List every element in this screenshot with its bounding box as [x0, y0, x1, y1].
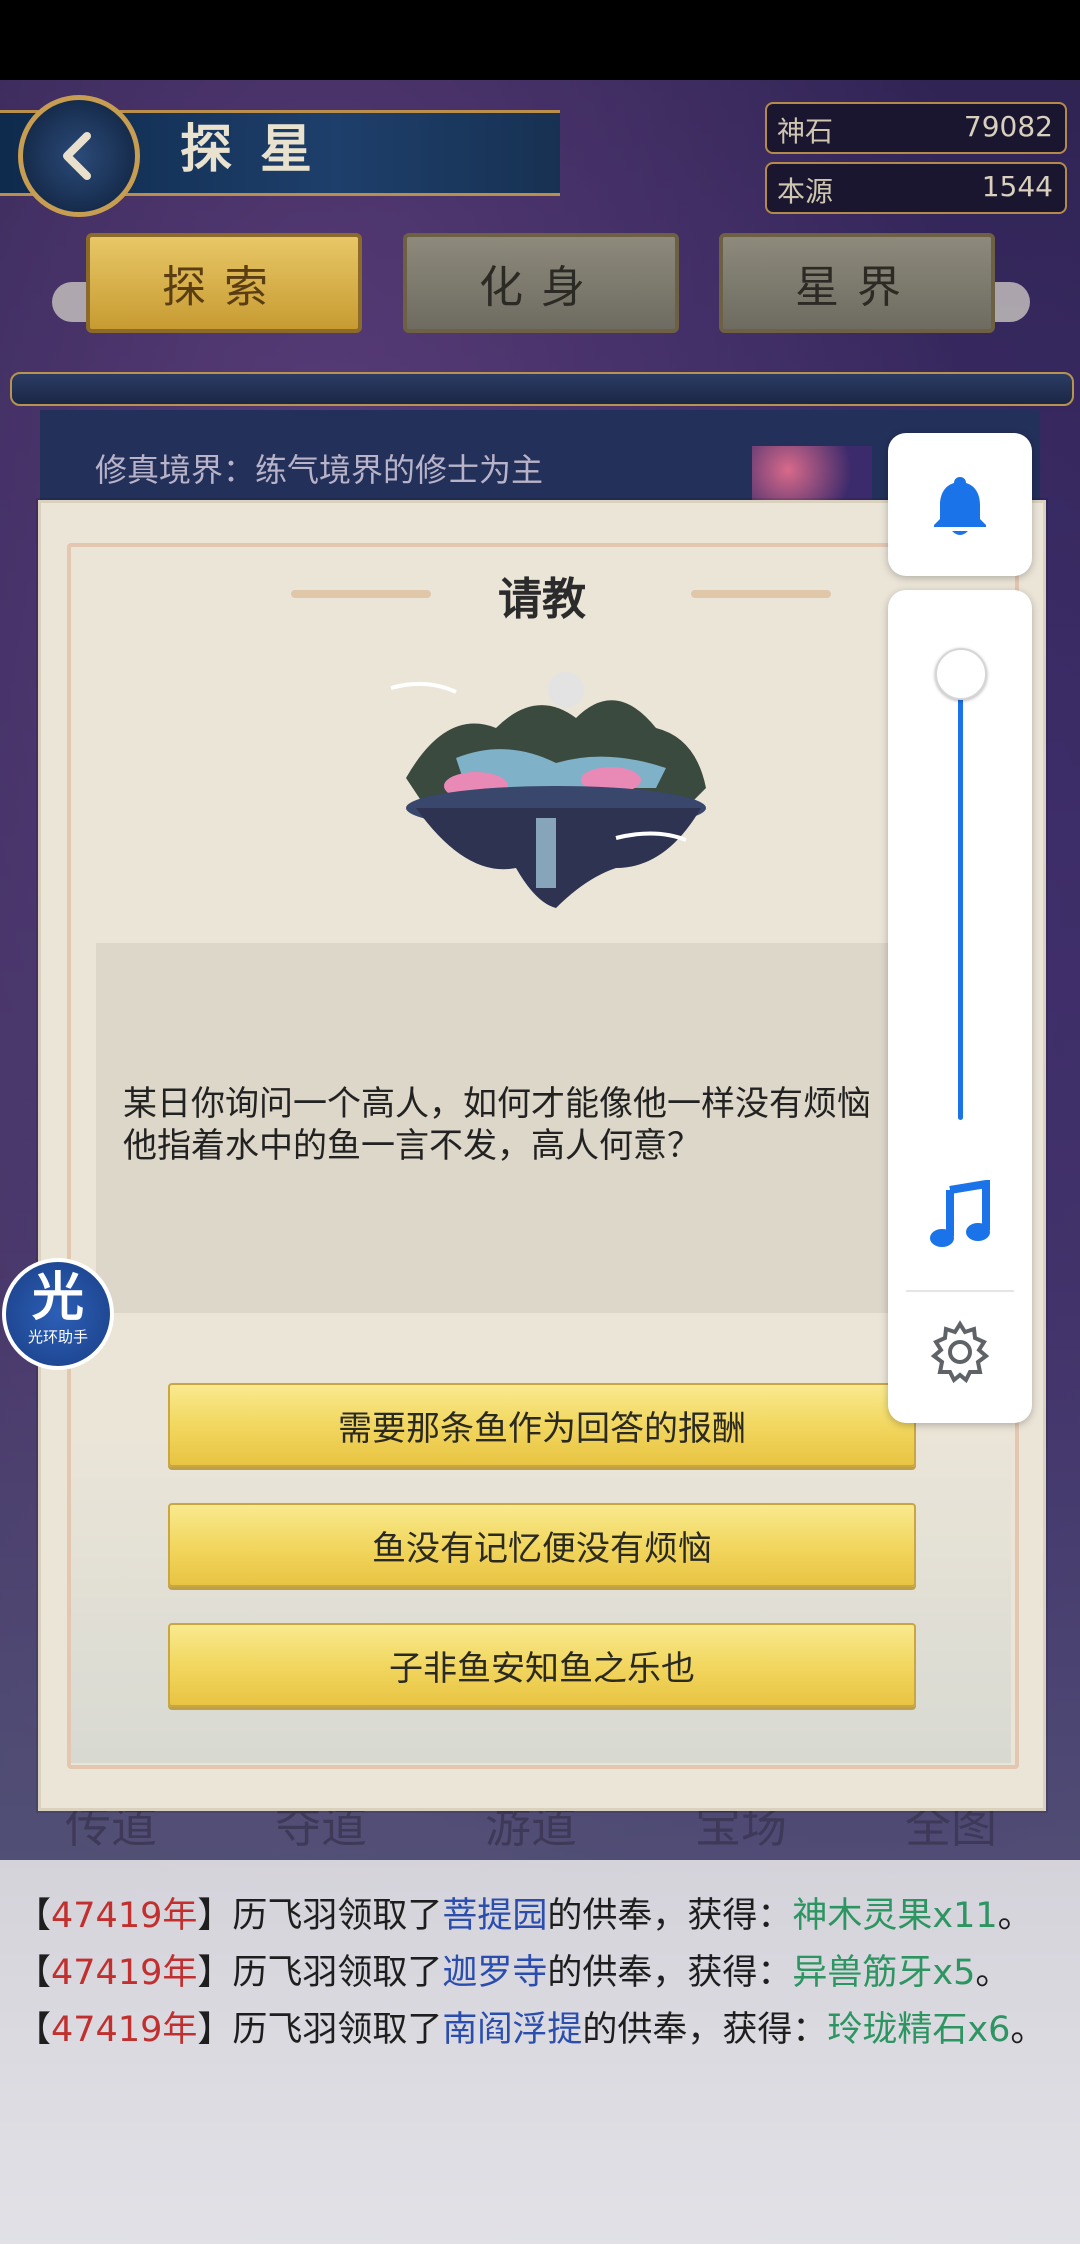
- resource-value: 79082: [963, 110, 1053, 143]
- settings-gear-icon[interactable]: [928, 1320, 992, 1384]
- option-button-3[interactable]: 子非鱼安知鱼之乐也: [168, 1623, 916, 1707]
- log-year: 47419年: [51, 1953, 198, 1993]
- log-entry: 【47419年】历飞羽领取了菩提园的供奉，获得：神木灵果x11。: [16, 1896, 1033, 1936]
- back-arrow-icon: [63, 132, 91, 180]
- log-actor: 历飞羽领取了: [232, 2010, 443, 2050]
- status-bar: [0, 0, 1080, 80]
- volume-slider-knob[interactable]: [935, 648, 987, 700]
- log-place: 迦罗寺: [442, 1953, 548, 1993]
- log-actor: 历飞羽领取了: [232, 1896, 443, 1936]
- mist-decoration: [71, 1433, 1011, 1763]
- question-line: 某日你询问一个高人，如何才能像他一样没有烦恼: [123, 1084, 871, 1124]
- helper-float-button[interactable]: 光 光环助手: [2, 1258, 114, 1370]
- tab-avatar[interactable]: 化身: [403, 233, 679, 333]
- log-entry: 【47419年】历飞羽领取了迦罗寺的供奉，获得：异兽筋牙x5。: [16, 1953, 1011, 1993]
- log-mid: 的供奉，获得：: [547, 1896, 793, 1936]
- log-place: 菩提园: [442, 1896, 548, 1936]
- back-button[interactable]: [18, 95, 140, 217]
- option-button-2[interactable]: 鱼没有记忆便没有烦恼: [168, 1503, 916, 1587]
- log-year: 47419年: [51, 1896, 198, 1936]
- log-place: 南阎浮提: [442, 2010, 583, 2050]
- scroll-divider: [10, 372, 1074, 406]
- ringer-card[interactable]: [888, 433, 1032, 576]
- tab-explore[interactable]: 探索: [86, 233, 362, 333]
- page-title: 探星: [180, 119, 341, 180]
- panel-divider: [906, 1290, 1014, 1292]
- log-reward: 异兽筋牙x5: [792, 1953, 976, 1993]
- helper-label: 光环助手: [27, 1328, 88, 1346]
- log-reward: 玲珑精石x6: [827, 2010, 1011, 2050]
- volume-slider-track[interactable]: [958, 670, 963, 1120]
- music-note-icon[interactable]: [926, 1180, 994, 1252]
- bell-icon[interactable]: [924, 469, 996, 541]
- resource-label: 神石: [777, 115, 834, 148]
- floating-island-image: [390, 672, 706, 908]
- option-button-1[interactable]: 需要那条鱼作为回答的报酬: [168, 1383, 916, 1467]
- log-end: 。: [997, 1896, 1033, 1936]
- realm-text: 修真境界：练气境界的修士为主: [95, 451, 544, 489]
- resource-shenshi: 神石 79082: [765, 102, 1067, 154]
- question-line: 他指着水中的鱼一言不发，高人何意？: [123, 1126, 701, 1166]
- log-entry: 【47419年】历飞羽领取了南阎浮提的供奉，获得：玲珑精石x6。: [16, 2010, 1046, 2050]
- planet-image: [752, 446, 872, 506]
- log-year: 47419年: [51, 2010, 198, 2050]
- event-log: 【47419年】历飞羽领取了菩提园的供奉，获得：神木灵果x11。 【47419年…: [16, 1888, 1056, 2059]
- tab-star-realm[interactable]: 星界: [719, 233, 995, 333]
- log-end: 。: [975, 1953, 1011, 1993]
- log-end: 。: [1010, 2010, 1046, 2050]
- volume-panel: [888, 590, 1032, 1423]
- log-mid: 的供奉，获得：: [547, 1953, 793, 1993]
- helper-icon-char: 光: [31, 1268, 84, 1328]
- resource-value: 1544: [981, 170, 1053, 203]
- log-mid: 的供奉，获得：: [582, 2010, 828, 2050]
- resource-benyuan: 本源 1544: [765, 162, 1067, 214]
- resource-label: 本源: [777, 175, 834, 208]
- log-reward: 神木灵果x11: [792, 1896, 998, 1936]
- log-actor: 历飞羽领取了: [232, 1953, 443, 1993]
- question-text: 某日你询问一个高人，如何才能像他一样没有烦恼 他指着水中的鱼一言不发，高人何意？: [123, 1083, 923, 1167]
